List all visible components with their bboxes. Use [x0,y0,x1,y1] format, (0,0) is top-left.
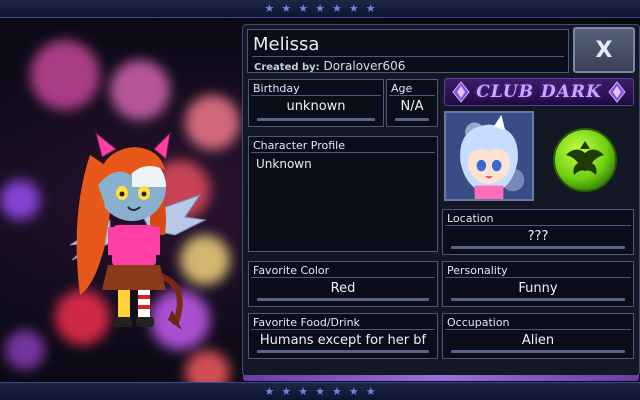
field-underline [451,246,625,249]
location-value: ??? [527,229,549,244]
top-star-bar: ★ ★ ★ ★ ★ ★ ★ [0,0,640,18]
divider [252,56,564,57]
star-icon: ★ [348,385,359,398]
creator-name: Doralover606 [323,59,406,73]
creator-line: Created by: Doralover606 [254,59,405,73]
divider [445,225,631,226]
star-icon: ★ [315,2,325,15]
favorite-color-label: Favorite Color [253,264,330,277]
star-icon: ★ [365,2,376,15]
field-underline [257,118,375,121]
created-by-label: Created by: [254,62,320,73]
club-name: CLUB DARK [476,82,602,102]
birthday-value: unknown [286,99,346,114]
favorite-color-field[interactable]: Favorite Color Red [248,261,438,307]
name-header: Melissa Created by: Doralover606 [247,29,569,73]
occupation-label: Occupation [447,316,510,329]
purple-gem-icon [608,81,626,103]
occupation-value: Alien [521,333,555,348]
divider [251,152,435,153]
club-banner[interactable]: CLUB DARK [444,78,634,106]
field-underline [451,350,625,353]
club-avatar-icon[interactable] [444,111,534,201]
field-underline [257,298,429,301]
personality-value: Funny [518,281,558,296]
bokeh-light [110,60,170,120]
divider [251,277,435,278]
favorite-food-value: Humans except for her bf [259,333,427,348]
personality-field[interactable]: Personality Funny [442,261,634,307]
divider [389,95,435,96]
bokeh-light [30,40,100,110]
divider [445,329,631,330]
location-field[interactable]: Location ??? [442,209,634,255]
star-icon: ★ [281,2,292,15]
star-icon: ★ [331,2,342,15]
field-underline [451,298,625,301]
star-icon: ★ [365,385,376,398]
divider [251,329,435,330]
field-underline [257,350,429,353]
divider [445,277,631,278]
star-icon: ★ [264,2,275,15]
bottom-star-bar: ★ ★ ★ ★ ★ ★ ★ [0,382,640,400]
personality-label: Personality [447,264,508,277]
star-icon: ★ [348,2,359,15]
favorite-color-value: Red [330,281,356,296]
occupation-field[interactable]: Occupation Alien [442,313,634,359]
purple-gem-icon [452,81,470,103]
bokeh-light [0,180,40,220]
green-dragon-emblem-icon[interactable] [552,127,618,193]
star-icon: ★ [264,385,275,398]
favorite-food-label: Favorite Food/Drink [253,316,360,329]
star-icon: ★ [298,385,309,398]
age-field[interactable]: Age N/A [386,79,438,127]
close-button[interactable]: X [573,27,635,73]
field-underline [395,118,429,121]
character-profile-label: Character Profile [253,139,346,152]
favorite-food-field[interactable]: Favorite Food/Drink Humans except for he… [248,313,438,359]
star-icon: ★ [331,385,342,398]
star-icon: ★ [315,385,325,398]
birthday-field[interactable]: Birthday unknown [248,79,384,127]
profile-panel: Melissa Created by: Doralover606 X Birth… [242,24,640,381]
birthday-label: Birthday [253,82,300,95]
character-profile-field[interactable]: Character Profile Unknown [248,136,438,252]
character-sprite[interactable] [50,125,210,335]
bokeh-light [5,330,45,370]
divider [251,95,381,96]
age-value: N/A [400,99,424,114]
location-label: Location [447,212,494,225]
character-profile-value: Unknown [256,157,312,171]
star-icon: ★ [281,385,292,398]
character-name: Melissa [253,34,320,55]
age-label: Age [391,82,413,95]
star-icon: ★ [298,2,309,15]
